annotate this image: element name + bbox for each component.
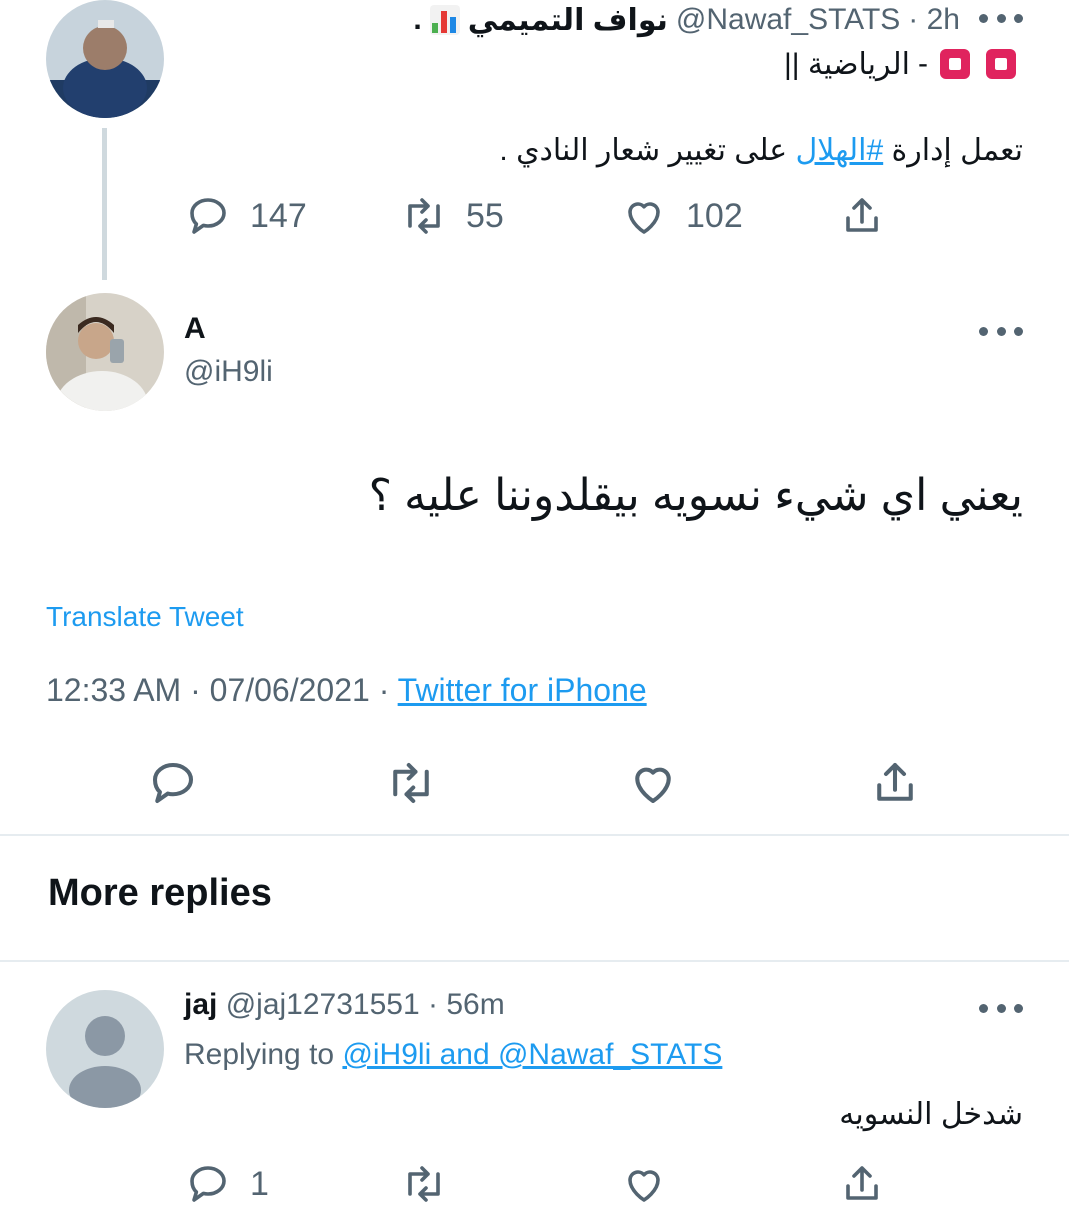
like-count: 102 [686,196,743,235]
avatar-nawaf[interactable] [46,0,164,118]
tweet-header: . نواف التميمي @Nawaf_STATS · 2h [180,0,960,40]
reply-header: jaj @jaj12731551 · 56m [184,988,505,1022]
translate-tweet-link[interactable]: Translate Tweet [46,601,244,633]
handle[interactable]: @iH9li [184,355,273,389]
replying-to: Replying to @iH9li and @Nawaf_STATS [184,1038,722,1072]
retweet-icon [393,762,429,804]
retweet-icon [408,198,440,234]
more-options-icon[interactable] [979,1004,1023,1013]
tweet-text-start: تعمل إدارة [891,134,1023,167]
bio-line: الرياضية || - [560,44,1020,84]
heart-icon [635,767,671,804]
tweet-time[interactable]: · 2h [908,3,960,37]
reply-action[interactable]: 147 [184,192,307,240]
heart-icon [628,202,660,234]
thread-connector-line [102,128,107,280]
club-badge-icon [986,49,1016,79]
avatar-default[interactable] [46,990,164,1108]
like-action[interactable] [620,1160,668,1208]
reply-action[interactable]: 1 [184,1160,269,1208]
avatar-a[interactable] [46,293,164,411]
share-action[interactable] [868,756,922,810]
tweet-text-end: على تغيير شعار النادي . [499,134,788,167]
retweet-action[interactable] [400,1160,448,1208]
like-action[interactable]: 102 [620,192,743,240]
tweet-text: شدخل النسويه [839,1098,1023,1131]
divider [0,834,1069,836]
share-icon [877,762,913,801]
tweet-meta: 12:33 AM · 07/06/2021 · Twitter for iPho… [46,672,647,709]
reply-action[interactable] [146,756,200,810]
more-replies-heading: More replies [48,872,272,914]
bar-chart-emoji-icon [429,5,460,35]
heart-icon [628,1170,660,1202]
like-action[interactable] [626,756,680,810]
handle[interactable]: @Nawaf_STATS [676,3,900,37]
club-badge-icon [940,49,970,79]
tweet-text: يعني اي شيء نسويه بيقلدوننا عليه ؟ [368,471,1023,520]
more-options-icon[interactable] [979,327,1023,336]
handle[interactable]: @jaj12731551 [226,988,420,1021]
display-name-dot: . [413,3,422,36]
bio-dash: - [918,47,928,80]
source-link[interactable]: Twitter for iPhone [398,672,647,708]
replying-prefix: Replying to [184,1038,335,1071]
retweet-action[interactable]: 55 [400,192,504,240]
retweet-icon [408,1166,440,1202]
reply-icon [190,1166,226,1202]
reply-count: 1 [250,1164,269,1203]
share-icon [846,1166,878,1200]
divider [0,960,1069,962]
bio-text: الرياضية || [783,47,910,81]
tweet-text: تعمل إدارة #الهلال على تغيير شعار النادي… [223,133,1023,168]
share-icon [846,198,878,232]
more-options-icon[interactable] [979,14,1023,23]
tweet-time[interactable]: · 56m [428,988,505,1021]
share-action[interactable] [838,192,886,240]
replying-targets-link[interactable]: @iH9li and @Nawaf_STATS [342,1038,722,1071]
retweet-count: 55 [466,196,504,235]
reply-count: 147 [250,196,307,235]
share-action[interactable] [838,1160,886,1208]
display-name[interactable]: A [184,312,206,346]
reply-icon [152,762,194,804]
display-name[interactable]: نواف التميمي [468,3,668,38]
timestamp: 12:33 AM · 07/06/2021 · [46,672,390,708]
hashtag-link[interactable]: #الهلال [796,134,884,167]
display-name[interactable]: jaj [184,988,217,1021]
reply-icon [190,198,226,234]
retweet-action[interactable] [384,756,438,810]
